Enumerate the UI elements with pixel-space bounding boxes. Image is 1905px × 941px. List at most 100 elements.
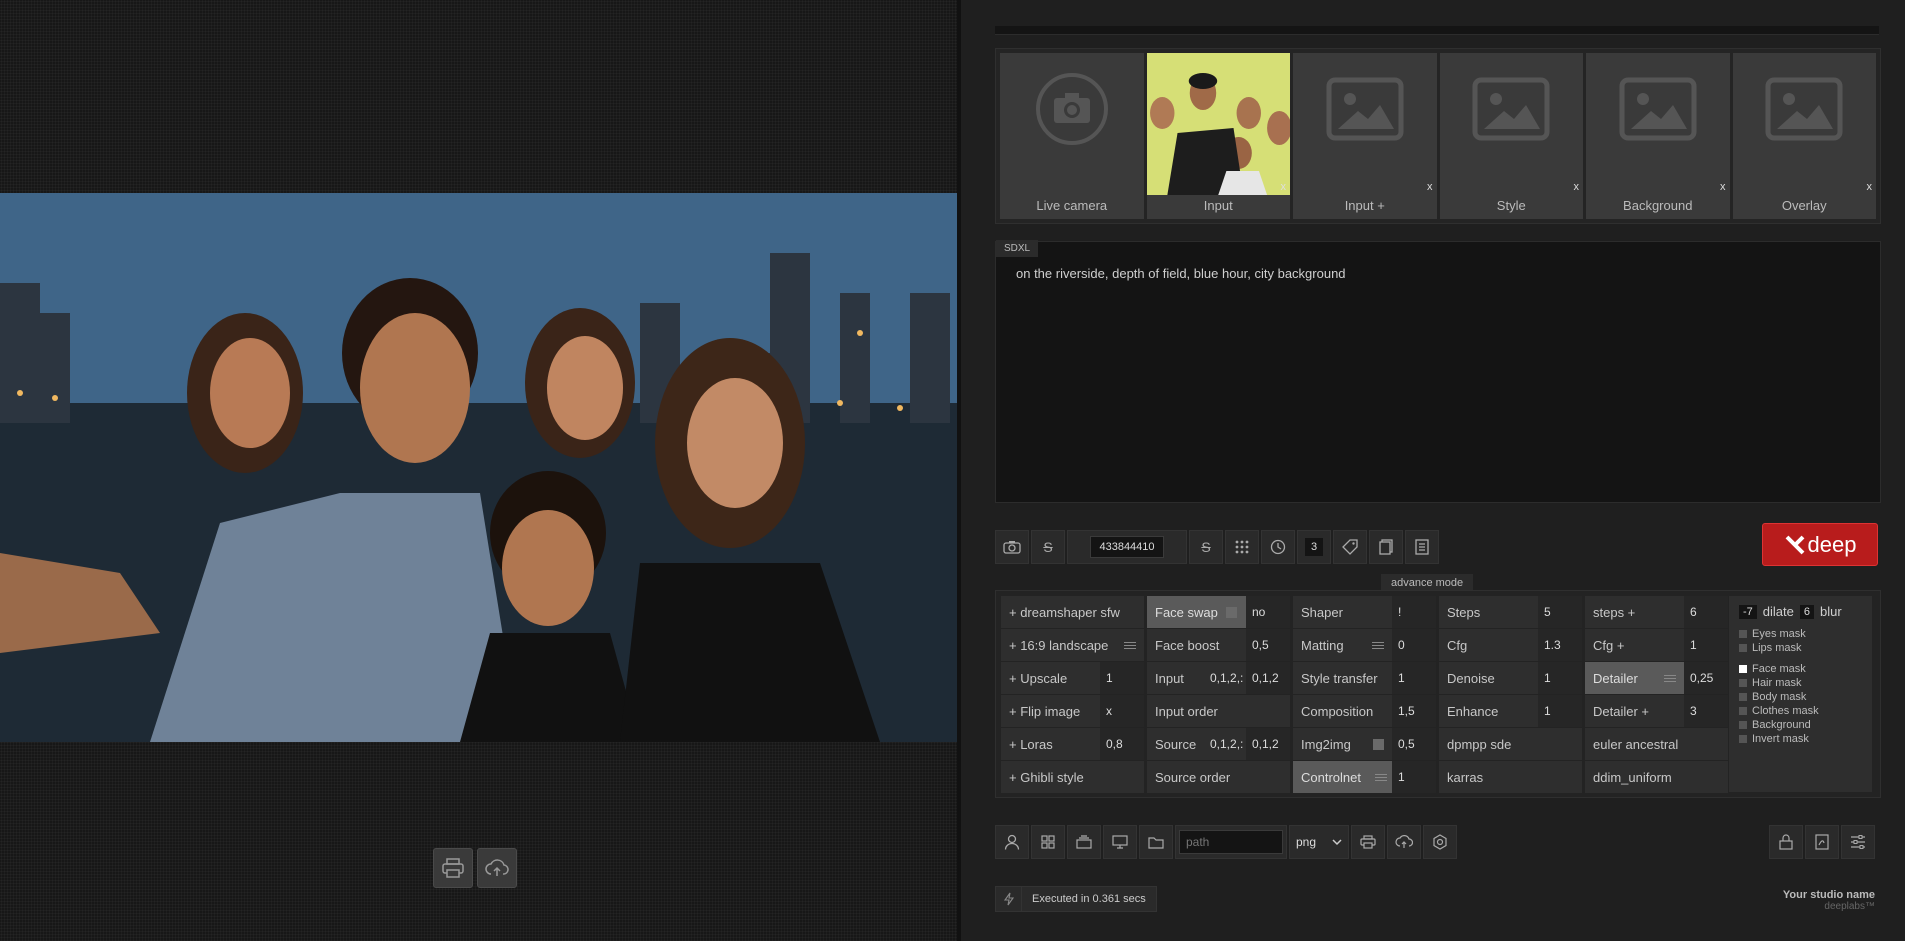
seed-lock-button[interactable]: S [1031, 530, 1065, 564]
scheduler-plus-select[interactable]: ddim_uniform [1585, 761, 1728, 793]
print-button[interactable] [1351, 825, 1385, 859]
lock-button[interactable] [1769, 825, 1803, 859]
sampler-select[interactable]: dpmpp sde [1439, 728, 1582, 760]
folder-button[interactable] [1139, 825, 1173, 859]
remove-input-plus-button[interactable]: x [1427, 181, 1433, 193]
slot-input[interactable]: x Input [1146, 53, 1290, 219]
preset-loras[interactable]: + Loras 0,8 [1001, 728, 1144, 760]
snapshot-button[interactable] [995, 530, 1029, 564]
count-field[interactable]: 3 [1297, 530, 1331, 564]
path-input[interactable] [1179, 830, 1283, 854]
pdf-button[interactable] [1805, 825, 1839, 859]
face-input-order[interactable]: Input order [1147, 695, 1290, 727]
slot-background[interactable]: x Background [1586, 53, 1730, 219]
camera-icon [1035, 73, 1108, 146]
user-button[interactable] [995, 825, 1029, 859]
menu-icon [1663, 673, 1676, 684]
print-button[interactable] [433, 848, 473, 888]
scheduler-select[interactable]: karras [1439, 761, 1582, 793]
count-value[interactable]: 3 [1304, 538, 1324, 556]
sliders-button[interactable] [1841, 825, 1875, 859]
clothes-mask-checkbox[interactable]: Clothes mask [1739, 704, 1862, 718]
output-image [0, 193, 957, 742]
preset-upscale[interactable]: + Upscale 1 [1001, 662, 1144, 694]
timer-button[interactable] [1261, 530, 1295, 564]
pdf-icon [1815, 834, 1829, 850]
user-icon [1004, 834, 1020, 850]
cloud-upload-button[interactable] [477, 848, 517, 888]
gallery-grid-button[interactable] [1031, 825, 1065, 859]
copy-button[interactable] [1369, 530, 1403, 564]
body-mask-checkbox[interactable]: Body mask [1739, 690, 1862, 704]
face-boost[interactable]: Face boost 0,5 [1147, 629, 1290, 661]
face-swap-toggle[interactable]: Face swap no [1147, 596, 1290, 628]
background-mask-checkbox[interactable]: Background [1739, 718, 1862, 732]
image-icon [1619, 77, 1697, 141]
cloud-upload-icon [1395, 835, 1413, 848]
sampler-plus-select[interactable]: euler ancestral [1585, 728, 1728, 760]
seed-random-button[interactable]: S [1189, 530, 1223, 564]
face-source-order[interactable]: Source order [1147, 761, 1290, 793]
lips-mask-checkbox[interactable]: Lips mask [1739, 641, 1862, 655]
preset-flip[interactable]: + Flip image x [1001, 695, 1144, 727]
blur-label: blur [1819, 604, 1842, 619]
steps-plus[interactable]: steps +6 [1585, 596, 1728, 628]
seed-value[interactable]: 433844410 [1090, 536, 1164, 558]
cfg[interactable]: Cfg 1.3 [1439, 629, 1582, 661]
cloud-button[interactable] [1387, 825, 1421, 859]
blur-value[interactable]: 6 [1799, 604, 1814, 619]
slot-live-camera[interactable]: Live camera [1000, 53, 1144, 219]
face-input[interactable]: Input 0,1,2,: 0,1,2 [1147, 662, 1290, 694]
copy-icon [1379, 539, 1393, 555]
denoise[interactable]: Denoise 1 [1439, 662, 1582, 694]
remove-background-button[interactable]: x [1720, 181, 1726, 193]
studio-name: Your studio name [1782, 889, 1875, 901]
face-mask-checkbox[interactable]: Face mask [1739, 662, 1862, 676]
slot-input-plus[interactable]: x Input + [1293, 53, 1437, 219]
checkbox[interactable] [1373, 738, 1384, 750]
preset-aspect[interactable]: + 16:9 landscape [1001, 629, 1144, 661]
format-select[interactable]: png [1289, 825, 1349, 859]
notes-button[interactable] [1405, 530, 1439, 564]
deep-generate-button[interactable]: deep [1762, 523, 1878, 566]
tag-button[interactable] [1333, 530, 1367, 564]
face-source[interactable]: Source 0,1,2,: 0,1,2 [1147, 728, 1290, 760]
matting[interactable]: Matting 0 [1293, 629, 1436, 661]
invert-mask-checkbox[interactable]: Invert mask [1739, 732, 1862, 746]
status-bar: Executed in 0.361 secs [995, 886, 1157, 912]
deep-label: deep [1807, 531, 1857, 557]
hair-mask-checkbox[interactable]: Hair mask [1739, 676, 1862, 690]
detailer[interactable]: Detailer 0,25 [1585, 662, 1728, 694]
preset-model[interactable]: + dreamshaper sfw [1001, 596, 1144, 628]
grid-button[interactable] [1225, 530, 1259, 564]
steps[interactable]: Steps 5 [1439, 596, 1582, 628]
preset-style[interactable]: + Ghibli style [1001, 761, 1144, 793]
img2img[interactable]: Img2img 0,5 [1293, 728, 1436, 760]
prompt-text[interactable]: on the riverside, depth of field, blue h… [1016, 266, 1346, 281]
settings-ring-button[interactable] [1423, 825, 1457, 859]
camera-icon [1003, 541, 1021, 554]
style-transfer[interactable]: Style transfer 1 [1293, 662, 1436, 694]
remove-overlay-button[interactable]: x [1867, 181, 1873, 193]
prompt-textarea[interactable]: SDXL on the riverside, depth of field, b… [995, 240, 1881, 503]
seed-field[interactable]: 433844410 [1067, 530, 1187, 564]
dilate-value[interactable]: -7 [1739, 604, 1757, 619]
controlnet[interactable]: Controlnet 1 [1293, 761, 1436, 793]
model-tag[interactable]: SDXL [996, 240, 1039, 257]
eyes-mask-checkbox[interactable]: Eyes mask [1739, 627, 1862, 641]
slot-overlay[interactable]: x Overlay [1732, 53, 1876, 219]
remove-input-button[interactable]: x [1281, 181, 1287, 193]
remove-style-button[interactable]: x [1574, 181, 1580, 193]
display-button[interactable] [1103, 825, 1137, 859]
slot-style[interactable]: x Style [1439, 53, 1583, 219]
enhance[interactable]: Enhance 1 [1439, 695, 1582, 727]
cfg-plus[interactable]: Cfg +1 [1585, 629, 1728, 661]
detailer-plus[interactable]: Detailer +3 [1585, 695, 1728, 727]
shaper[interactable]: Shaper! [1293, 596, 1436, 628]
tag-icon [1342, 539, 1358, 555]
layers-button[interactable] [1067, 825, 1101, 859]
group-selfie-photo [0, 193, 957, 742]
composition[interactable]: Composition 1,5 [1293, 695, 1436, 727]
menu-icon [1124, 640, 1136, 651]
checkbox[interactable] [1225, 606, 1237, 618]
